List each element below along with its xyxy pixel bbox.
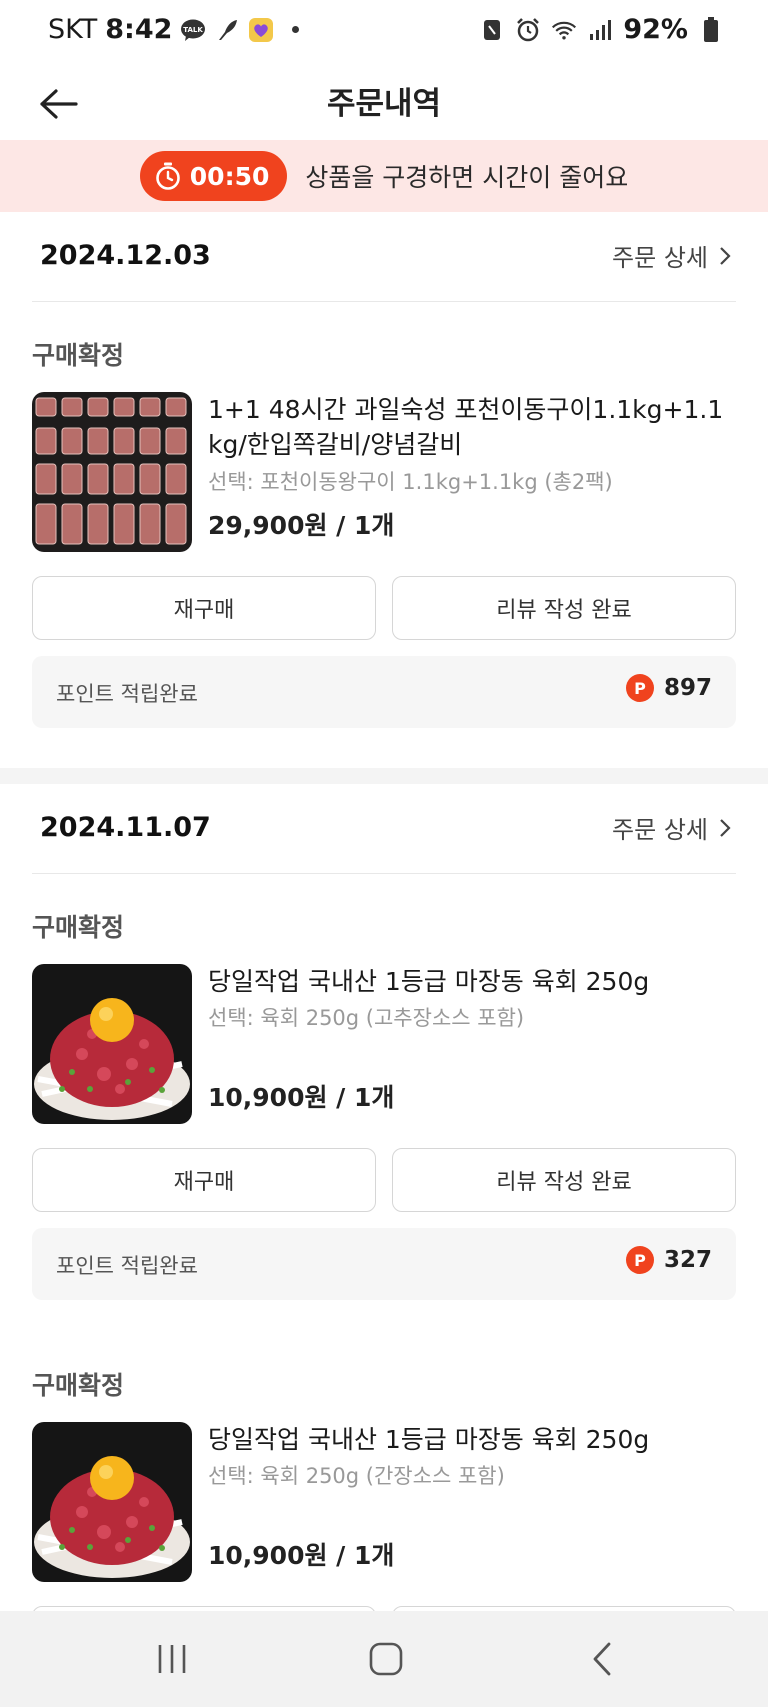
nfc-icon — [479, 17, 505, 43]
stopwatch-icon — [154, 161, 182, 191]
points-value-group: P 897 — [625, 674, 712, 702]
feather-icon — [214, 17, 240, 43]
product-option: 선택: 육회 250g (간장소스 포함) — [208, 1464, 505, 1488]
timer-value: 00:50 — [189, 161, 270, 191]
order-date: 2024.11.07 — [40, 812, 211, 843]
home-icon[interactable] — [356, 1633, 416, 1685]
order-status: 구매확정 — [32, 341, 125, 370]
heart-app-icon — [248, 17, 274, 43]
carrier-label: SKT — [48, 14, 98, 45]
page-title: 주문내역 — [326, 86, 442, 122]
dot-icon — [292, 26, 300, 33]
recent-apps-icon[interactable] — [142, 1633, 202, 1685]
signal-icon — [587, 17, 613, 43]
points-box: 포인트 적립완료 P 327 — [32, 1228, 736, 1300]
rebuy-button[interactable]: 재구매 — [32, 1148, 376, 1212]
points-value: 897 — [663, 675, 712, 701]
product-image[interactable] — [32, 964, 192, 1124]
review-complete-button[interactable]: 리뷰 작성 완료 — [392, 1148, 736, 1212]
product-name[interactable]: 1+1 48시간 과일숙성 포천이동구이1.1kg+1.1kg/한입쪽갈비/양념… — [208, 392, 736, 462]
point-p-icon: P — [625, 1246, 654, 1274]
order-status: 구매확정 — [32, 913, 125, 942]
app-header: 주문내역 — [0, 66, 768, 140]
action-buttons: 재구매 리뷰 작성 완료 — [32, 576, 736, 640]
talk-icon: TALK — [180, 17, 206, 43]
order-item: 구매확정 1+1 48시간 과일숙성 포천이동구이1.1kg+1.1kg/한입쪽… — [32, 336, 736, 756]
chevron-right-icon — [718, 817, 732, 839]
wifi-icon — [551, 17, 577, 43]
points-value: 327 — [663, 1247, 712, 1273]
system-nav-bar — [0, 1611, 768, 1707]
order-date: 2024.12.03 — [40, 240, 211, 271]
order-detail-label: 주문 상세 — [612, 244, 708, 272]
point-p-icon: P — [625, 674, 654, 702]
order-detail-link[interactable]: 주문 상세 — [612, 238, 732, 273]
timer-banner[interactable]: 00:50 상품을 구경하면 시간이 줄어요 — [0, 140, 768, 212]
product-image[interactable] — [32, 392, 192, 552]
rebuy-button[interactable]: 재구매 — [32, 576, 376, 640]
product-name[interactable]: 당일작업 국내산 1등급 마장동 육회 250g — [208, 1422, 736, 1457]
back-icon[interactable] — [572, 1633, 632, 1685]
order-detail-link[interactable]: 주문 상세 — [612, 810, 732, 845]
order-card: 2024.12.03 주문 상세 구매확정 1+1 48시간 과일숙성 포천이동… — [0, 212, 768, 772]
product-price: 10,900원 / 1개 — [208, 1083, 395, 1112]
product-option: 선택: 육회 250g (고추장소스 포함) — [208, 1006, 525, 1030]
points-label: 포인트 적립완료 — [56, 1254, 198, 1278]
battery-percent: 92% — [623, 14, 688, 45]
product-option: 선택: 포천이동왕구이 1.1kg+1.1kg (총2팩) — [208, 470, 613, 494]
product-name[interactable]: 당일작업 국내산 1등급 마장동 육회 250g — [208, 964, 736, 999]
order-card: 2024.11.07 주문 상세 구매확정 당일작업 국내산 1등급 마장동 육… — [0, 784, 768, 1636]
order-header: 2024.12.03 주문 상세 — [32, 212, 736, 302]
status-bar-left: SKT 8:42 TALK — [48, 14, 300, 45]
order-status: 구매확정 — [32, 1371, 125, 1400]
order-item: 구매확정 당일작업 국내산 1등급 마장동 육회 250g 선택: 육회 250… — [32, 908, 736, 1328]
timer-pill: 00:50 — [139, 151, 288, 201]
product-price: 10,900원 / 1개 — [208, 1541, 395, 1570]
order-item: 구매확정 당일작업 국내산 1등급 마장동 육회 250g 선택: 육회 250… — [32, 1366, 736, 1636]
banner-text: 상품을 구경하면 시간이 줄어요 — [305, 163, 629, 192]
clock: 8:42 — [105, 14, 173, 45]
alarm-icon — [515, 17, 541, 43]
product-price: 29,900원 / 1개 — [208, 511, 395, 540]
status-bar: SKT 8:42 TALK 92% — [0, 0, 768, 66]
section-divider — [0, 768, 768, 784]
points-box: 포인트 적립완료 P 897 — [32, 656, 736, 728]
points-value-group: P 327 — [625, 1246, 712, 1274]
review-complete-button[interactable]: 리뷰 작성 완료 — [392, 576, 736, 640]
points-label: 포인트 적립완료 — [56, 682, 198, 706]
product-image[interactable] — [32, 1422, 192, 1582]
order-header: 2024.11.07 주문 상세 — [32, 784, 736, 874]
svg-text:TALK: TALK — [184, 26, 204, 34]
status-bar-right: 92% — [479, 14, 724, 45]
chevron-right-icon — [718, 245, 732, 267]
action-buttons: 재구매 리뷰 작성 완료 — [32, 1148, 736, 1212]
order-detail-label: 주문 상세 — [612, 816, 708, 844]
battery-icon — [698, 16, 724, 43]
